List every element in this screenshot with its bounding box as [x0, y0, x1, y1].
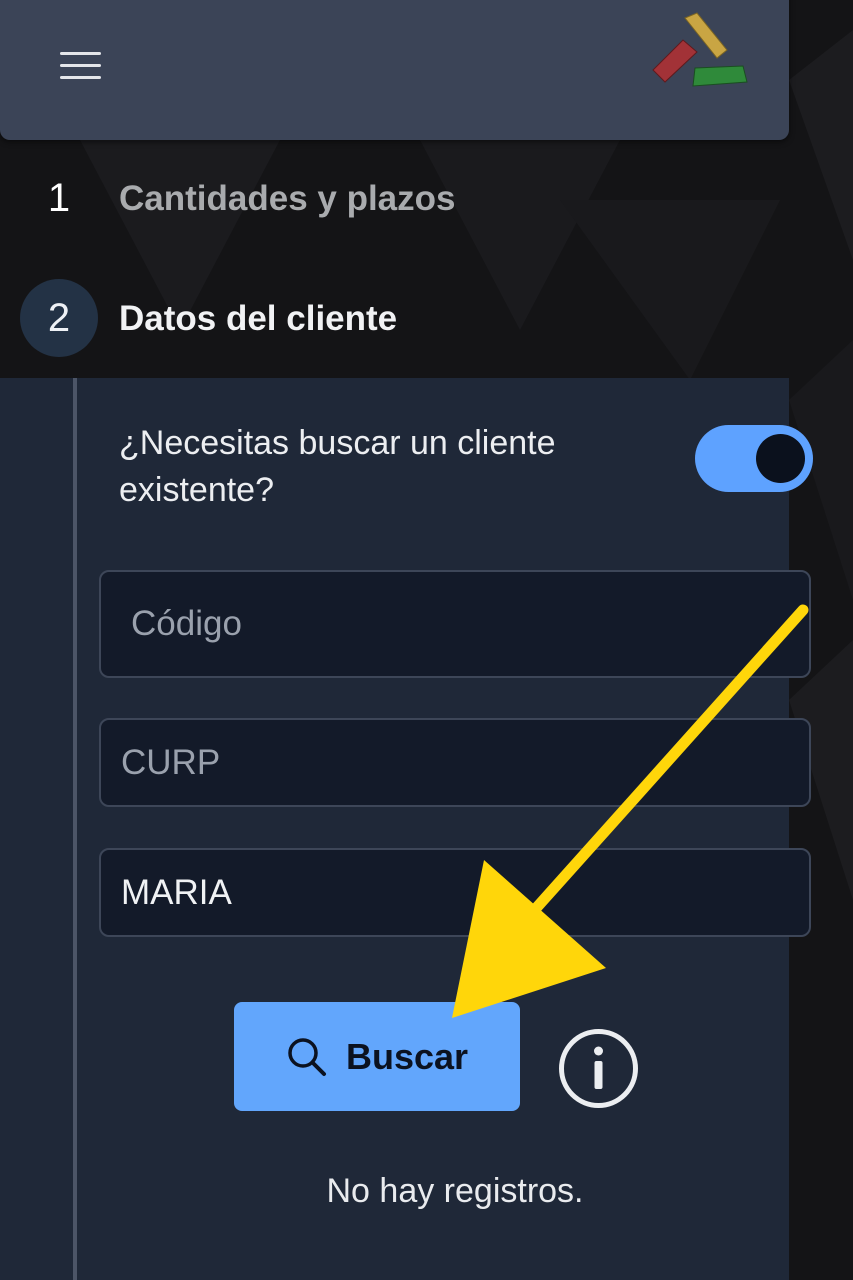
search-existing-client-toggle[interactable] [695, 425, 813, 492]
step-cantidades-y-plazos[interactable]: 1 Cantidades y plazos [0, 145, 789, 255]
codigo-input[interactable] [101, 572, 809, 676]
toggle-knob [756, 434, 805, 483]
codigo-field [99, 570, 811, 678]
step-datos-del-cliente[interactable]: 2 Datos del cliente [0, 265, 789, 375]
step-number: 1 [47, 176, 71, 220]
app-logo [652, 12, 748, 87]
step-label: Datos del cliente [119, 299, 398, 338]
curp-field [99, 718, 811, 807]
search-existing-client-question: ¿Necesitas buscar un cliente existente? [119, 424, 556, 509]
step-number: 2 [20, 279, 98, 357]
search-icon [288, 1037, 326, 1076]
app-header [0, 0, 789, 140]
no-results-message: No hay registros. [326, 1172, 584, 1210]
stepper-connector-line [73, 378, 77, 1280]
buscar-button[interactable]: Buscar [234, 1002, 520, 1111]
nombre-field [99, 848, 811, 937]
step-label: Cantidades y plazos [119, 179, 456, 218]
curp-input[interactable] [101, 720, 809, 805]
buscar-label: Buscar [345, 1035, 469, 1077]
hamburger-menu-icon[interactable] [60, 52, 102, 82]
info-icon[interactable] [557, 1027, 640, 1110]
nombre-input[interactable] [101, 850, 809, 935]
